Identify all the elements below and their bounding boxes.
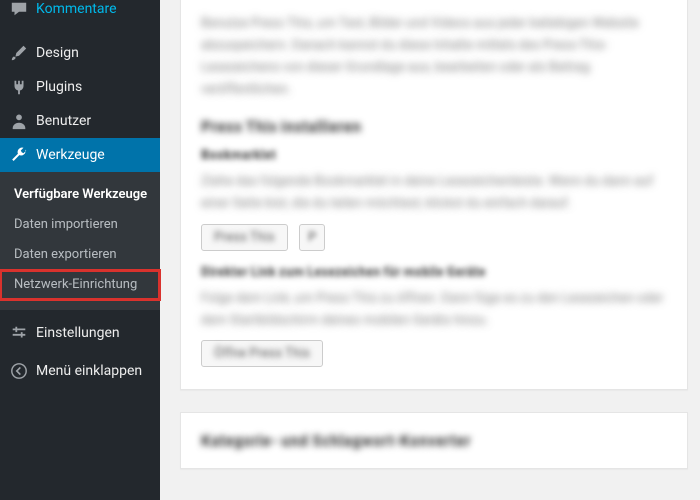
blur-paragraph: Benutze Press This, um Text, Bilder und … xyxy=(201,13,667,101)
user-icon xyxy=(10,112,28,130)
sidebar-item-label: Werkzeuge xyxy=(36,146,105,164)
wrench-icon xyxy=(10,146,28,164)
blur-heading: Press This installieren xyxy=(201,117,667,136)
submenu-item-available-tools[interactable]: Verfügbare Werkzeuge xyxy=(0,180,160,210)
sidebar-item-label: Plugins xyxy=(36,78,82,96)
collapse-icon xyxy=(10,362,28,380)
submenu-item-label: Daten exportieren xyxy=(14,247,117,262)
sidebar-item-label: Design xyxy=(36,44,79,62)
button-label: Öffne Press This xyxy=(214,346,310,361)
converter-card: Kategorie- und Schlagwort-Konverter xyxy=(180,412,688,469)
blur-heading: Kategorie- und Schlagwort-Konverter xyxy=(201,431,667,450)
blur-subheading: Bookmarklet xyxy=(201,148,667,163)
sidebar-item-tools[interactable]: Werkzeuge xyxy=(0,138,160,172)
press-this-icon-button[interactable]: P xyxy=(299,224,325,251)
submenu-item-label: Daten importieren xyxy=(14,217,118,232)
pin-icon: P xyxy=(308,230,316,245)
submenu-item-network-setup[interactable]: Netzwerk-Einrichtung xyxy=(0,270,160,300)
blur-paragraph: Folge dem Link, um Press This zu öffnen.… xyxy=(201,288,667,332)
sidebar-item-label: Einstellungen xyxy=(36,324,120,342)
blur-subheading: Direkter Link zum Lesezeichen für mobile… xyxy=(201,265,667,280)
comment-icon xyxy=(10,0,28,18)
open-press-this-button[interactable]: Öffne Press This xyxy=(201,340,323,367)
submenu-item-import[interactable]: Daten importieren xyxy=(0,210,160,240)
submenu-item-label: Verfügbare Werkzeuge xyxy=(14,187,147,202)
brush-icon xyxy=(10,44,28,62)
press-this-card: Benutze Press This, um Text, Bilder und … xyxy=(180,0,688,390)
collapse-menu-label: Menü einklappen xyxy=(36,362,142,380)
sidebar-item-label: Kommentare xyxy=(36,0,117,18)
sidebar-item-design[interactable]: Design xyxy=(0,36,160,70)
admin-sidebar: Kommentare Design Plugins Benutzer xyxy=(0,0,160,500)
blur-paragraph: Ziehe das folgende Bookmarklet in deine … xyxy=(201,171,667,215)
sidebar-item-comments[interactable]: Kommentare xyxy=(0,0,160,26)
sidebar-item-settings[interactable]: Einstellungen xyxy=(0,316,160,350)
sidebar-item-label: Benutzer xyxy=(36,112,91,130)
button-label: Press This xyxy=(214,230,275,245)
submenu-item-export[interactable]: Daten exportieren xyxy=(0,240,160,270)
collapse-menu[interactable]: Menü einklappen xyxy=(0,354,160,388)
submenu-tools: Verfügbare Werkzeuge Daten importieren D… xyxy=(0,172,160,310)
sidebar-item-users[interactable]: Benutzer xyxy=(0,104,160,138)
sliders-icon xyxy=(10,324,28,342)
press-this-button[interactable]: Press This xyxy=(201,224,288,251)
plug-icon xyxy=(10,78,28,96)
submenu-item-label: Netzwerk-Einrichtung xyxy=(14,277,137,292)
sidebar-item-plugins[interactable]: Plugins xyxy=(0,70,160,104)
main-content: Benutze Press This, um Text, Bilder und … xyxy=(160,0,700,500)
